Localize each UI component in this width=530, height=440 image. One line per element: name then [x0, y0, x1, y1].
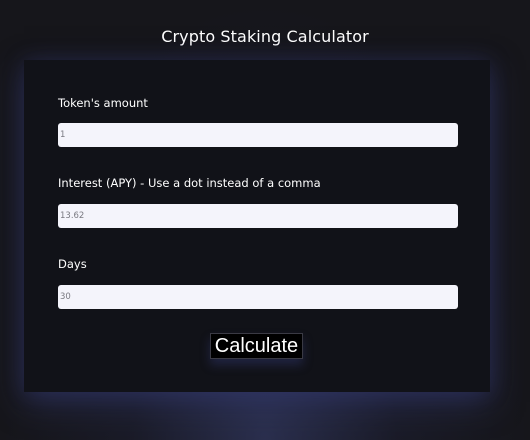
token-amount-input[interactable]: [58, 123, 458, 147]
calculator-card: Token's amount Interest (APY) - Use a do…: [24, 60, 490, 392]
token-amount-label: Token's amount: [58, 96, 148, 110]
days-input[interactable]: [58, 285, 458, 309]
interest-apy-input[interactable]: [58, 204, 458, 228]
days-label: Days: [58, 257, 87, 271]
page-title: Crypto Staking Calculator: [161, 27, 369, 46]
interest-apy-label: Interest (APY) - Use a dot instead of a …: [58, 176, 321, 190]
calculate-button[interactable]: Calculate: [210, 333, 303, 359]
